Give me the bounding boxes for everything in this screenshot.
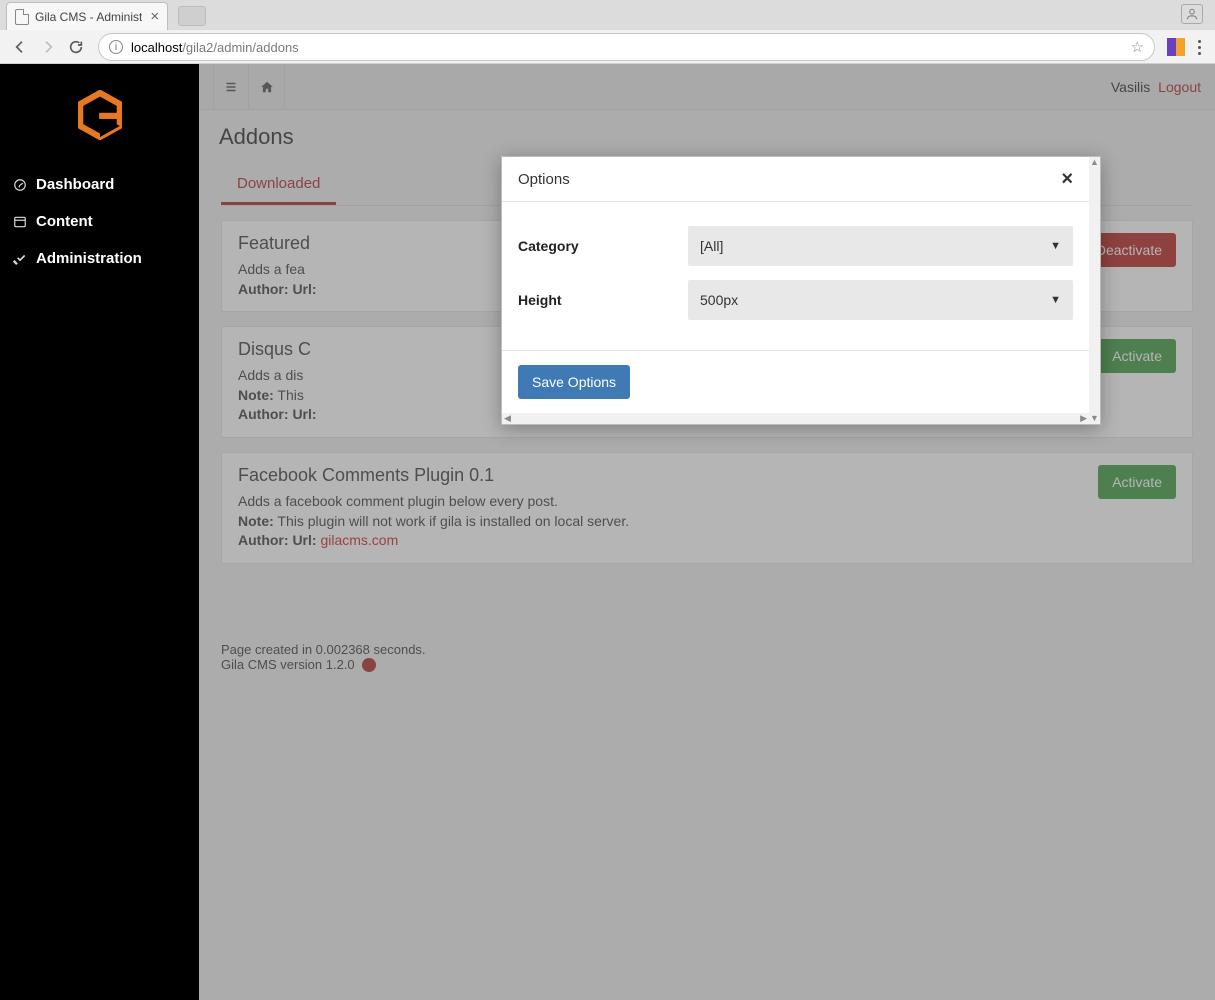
url-path: /gila2/admin/addons: [182, 40, 298, 55]
options-modal: ▲ ▼ Options × Category [All] ▼ Height 500px ▼…: [501, 156, 1101, 425]
nav: Dashboard Content Administration: [0, 166, 199, 277]
sidebar-item-administration[interactable]: Administration: [0, 240, 199, 277]
save-options-button[interactable]: Save Options: [518, 365, 630, 399]
sidebar-item-content[interactable]: Content: [0, 203, 199, 240]
scroll-down-icon[interactable]: ▼: [1090, 413, 1099, 424]
browser-chrome: Gila CMS - Administ × i localhost/gila2/…: [0, 0, 1215, 64]
modal-title: Options: [518, 171, 570, 188]
browser-tab[interactable]: Gila CMS - Administ ×: [6, 2, 168, 30]
file-icon: [15, 9, 29, 25]
nav-label: Content: [36, 213, 93, 230]
extension-icon[interactable]: [1167, 38, 1185, 56]
select-value: [All]: [700, 238, 723, 254]
modal-header: Options ×: [502, 157, 1089, 202]
sidebar-item-dashboard[interactable]: Dashboard: [0, 166, 199, 203]
app: Dashboard Content Administration Vasilis L…: [0, 64, 1215, 1000]
modal-body: Category [All] ▼ Height 500px ▼: [502, 202, 1089, 350]
logo[interactable]: [0, 78, 199, 166]
close-icon[interactable]: ×: [1061, 169, 1073, 189]
close-icon[interactable]: ×: [150, 9, 159, 24]
field-label: Category: [518, 238, 688, 254]
kebab-menu-icon[interactable]: [1189, 40, 1209, 55]
form-row: Height 500px ▼: [518, 280, 1073, 320]
select-height[interactable]: 500px ▼: [688, 280, 1073, 320]
main: Vasilis Logout Addons Downloaded Feature…: [199, 64, 1215, 1000]
form-row: Category [All] ▼: [518, 226, 1073, 266]
scrollbar-vertical[interactable]: ▲ ▼: [1089, 157, 1100, 424]
scroll-left-icon[interactable]: ◀: [502, 413, 513, 424]
browser-tabbar: Gila CMS - Administ ×: [0, 0, 1215, 30]
nav-label: Dashboard: [36, 176, 114, 193]
star-icon[interactable]: ☆: [1131, 38, 1144, 56]
scroll-up-icon[interactable]: ▲: [1090, 157, 1099, 168]
nav-label: Administration: [36, 250, 142, 267]
forward-button[interactable]: [36, 35, 60, 59]
back-button[interactable]: [8, 35, 32, 59]
select-category[interactable]: [All] ▼: [688, 226, 1073, 266]
url-bar[interactable]: i localhost/gila2/admin/addons ☆: [98, 33, 1155, 61]
reload-button[interactable]: [64, 35, 88, 59]
chevron-down-icon: ▼: [1050, 294, 1061, 306]
user-icon[interactable]: [1181, 4, 1203, 24]
field-label: Height: [518, 292, 688, 308]
chevron-down-icon: ▼: [1050, 240, 1061, 252]
tab-title: Gila CMS - Administ: [35, 10, 142, 24]
info-icon[interactable]: i: [109, 40, 123, 54]
modal-footer: Save Options: [502, 350, 1089, 413]
nav-icon: [12, 178, 28, 192]
scroll-right-icon[interactable]: ▶: [1078, 413, 1089, 424]
sidebar: Dashboard Content Administration: [0, 64, 199, 1000]
nav-icon: [12, 252, 28, 266]
new-tab-button[interactable]: [178, 6, 206, 26]
browser-toolbar: i localhost/gila2/admin/addons ☆: [0, 30, 1215, 64]
scrollbar-horizontal[interactable]: ◀ ▶: [502, 413, 1089, 424]
select-value: 500px: [700, 292, 738, 308]
nav-icon: [12, 215, 28, 229]
url-host: localhost: [131, 40, 182, 55]
